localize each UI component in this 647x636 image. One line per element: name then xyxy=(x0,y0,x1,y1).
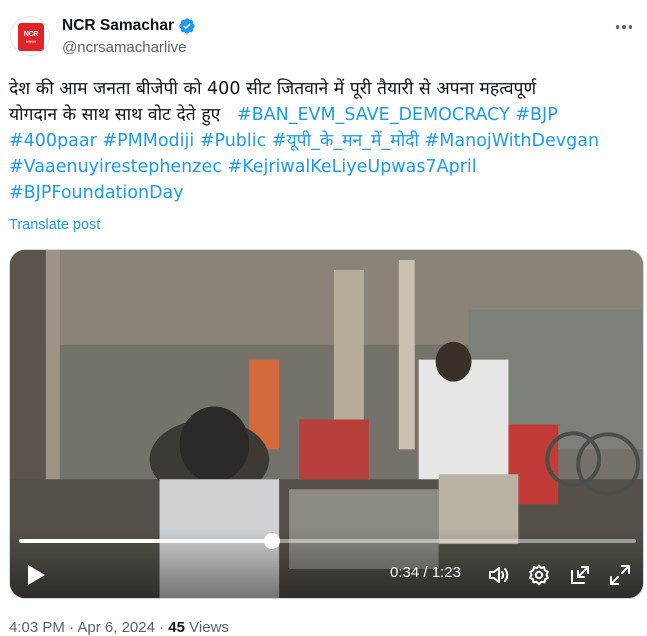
post-text-line: देश की आम जनता बीजेपी को 400 सीट जितवाने… xyxy=(9,79,537,99)
hashtag-vaaenu[interactable]: #Vaaenuyirestephenzec xyxy=(9,157,222,177)
hashtag-manoj[interactable]: #ManojWithDevgan xyxy=(425,131,599,151)
fullscreen-icon[interactable] xyxy=(608,563,632,587)
views-count: 45 xyxy=(168,619,185,636)
post-timestamp[interactable]: 4:03 PM · Apr 6, 2024 xyxy=(9,619,155,636)
hashtag-bjp[interactable]: #BJP xyxy=(515,105,557,125)
avatar[interactable]: NCR समाचार xyxy=(10,16,50,56)
handle[interactable]: @ncrsamacharlive xyxy=(62,39,186,56)
hashtag-pmmodiji[interactable]: #PMModiji xyxy=(102,131,194,151)
logo-subtext: समाचार xyxy=(26,40,36,44)
video-scrubber-handle[interactable] xyxy=(263,533,280,549)
video-progress-bar[interactable] xyxy=(19,533,636,549)
views-label: Views xyxy=(189,619,229,636)
ncr-samachar-logo: NCR समाचार xyxy=(18,23,44,51)
name-row: NCR Samachar xyxy=(62,17,196,35)
hashtag-upi[interactable]: #यूपी_के_मन_में_मोदी xyxy=(272,131,419,151)
hashtag-public[interactable]: #Public xyxy=(200,131,266,151)
more-dot xyxy=(622,25,626,29)
tweet-header: NCR समाचार NCR Samachar @ncrsamacharlive xyxy=(10,12,637,64)
video-player[interactable]: 0:34 / 1:23 xyxy=(9,249,644,599)
meta-separator: · xyxy=(69,619,75,636)
post-time: 4:03 PM xyxy=(9,619,65,636)
video-progress-fill xyxy=(19,539,272,543)
settings-gear-icon[interactable] xyxy=(527,563,551,587)
post-text-line: #Vaaenuyirestephenzec #KejriwalKeLiyeUpw… xyxy=(9,154,634,180)
more-dot xyxy=(615,25,620,29)
post-date: Apr 6, 2024 xyxy=(77,619,155,636)
hashtag-foundation[interactable]: #BJPFoundationDay xyxy=(9,183,184,203)
post-text-line: योगदान के साथ साथ वोट देते हुए #BAN_EVM_… xyxy=(9,102,634,128)
post-meta: 4:03 PM · Apr 6, 2024 · 45 Views xyxy=(9,619,229,636)
video-time: 0:34 / 1:23 xyxy=(390,564,461,581)
more-horizontal-icon[interactable] xyxy=(613,20,635,34)
translate-post-link[interactable]: Translate post xyxy=(9,217,100,233)
meta-separator: · xyxy=(159,619,165,636)
post-text-line: #400paar #PMModiji #Public #यूपी_के_मन_म… xyxy=(9,128,634,154)
duration: 1:23 xyxy=(431,564,461,581)
logo-text: NCR xyxy=(23,31,39,38)
post-text-line: #BJPFoundationDay xyxy=(9,180,634,206)
popout-icon[interactable] xyxy=(568,563,592,587)
time-separator: / xyxy=(419,564,432,581)
display-name[interactable]: NCR Samachar xyxy=(62,17,174,35)
volume-icon[interactable] xyxy=(487,563,511,587)
post-text-segment: योगदान के साथ साथ वोट देते हुए xyxy=(9,105,221,125)
verified-badge-icon[interactable] xyxy=(178,17,196,35)
post-text: देश की आम जनता बीजेपी को 400 सीट जितवाने… xyxy=(9,76,634,206)
hashtag-400paar[interactable]: #400paar xyxy=(9,131,97,151)
more-dot xyxy=(628,25,633,29)
current-time: 0:34 xyxy=(390,564,420,581)
play-icon[interactable] xyxy=(26,564,46,586)
hashtag-kejriwal[interactable]: #KejriwalKeLiyeUpwas7April xyxy=(227,157,476,177)
hashtag-ban-evm[interactable]: #BAN_EVM_SAVE_DEMOCRACY xyxy=(237,105,510,125)
